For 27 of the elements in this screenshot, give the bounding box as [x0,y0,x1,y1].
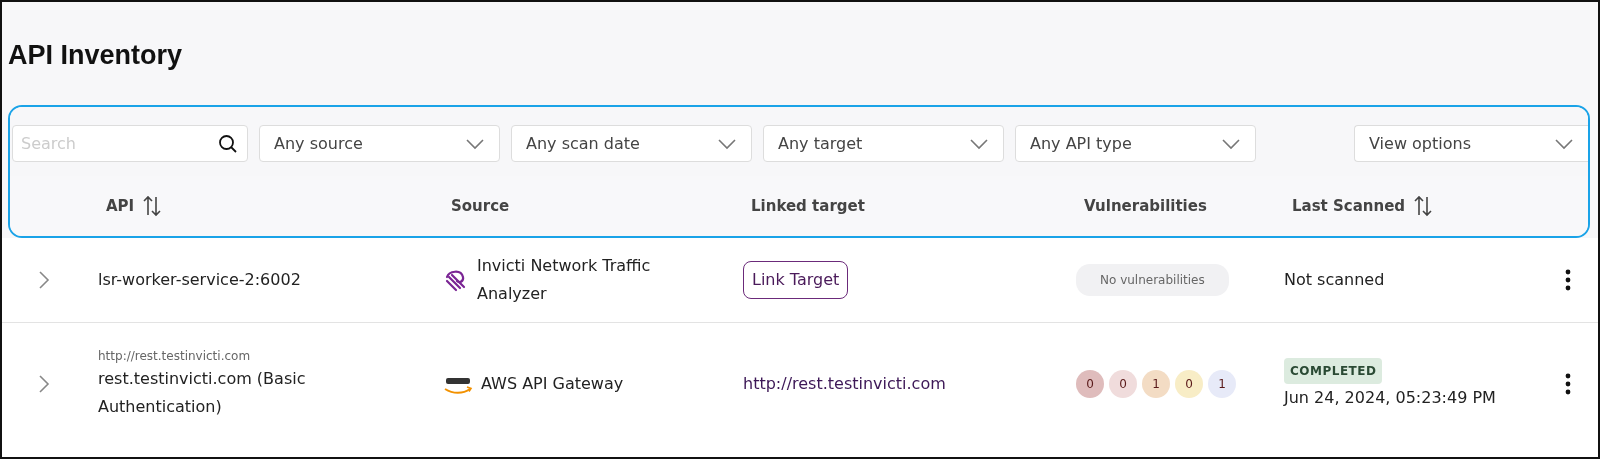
column-header: Vulnerabilities [1084,197,1207,215]
severity-count-badge: 0 [1175,370,1203,398]
column-header: Last Scanned [1292,197,1406,215]
api-name: rest.testinvicti.com (Basic Authentication) [98,368,307,418]
target-link[interactable]: http://rest.testinvicti.com [743,374,946,393]
filter-dropdown[interactable]: Any API type [1015,125,1256,162]
severity-count-badge: 1 [1208,370,1236,398]
column-header: Linked target [751,197,865,215]
severity-count-badge: 0 [1109,370,1137,398]
source-name: AWS API Gateway [481,373,624,395]
api-url: http://rest.testinvicti.com [98,348,252,365]
view-options-dropdown[interactable]: View options [1354,125,1588,162]
last-scanned-date: Not scanned [1284,269,1386,291]
vulnerability-badge: No vulnerabilities [1076,264,1229,296]
source-name: Invicti Network Traffic Analyzer [477,255,652,305]
column-header: API [106,197,135,215]
last-scanned-date: Jun 24, 2024, 05:23:49 PM [1284,387,1497,409]
api-name: lsr-worker-service-2:6002 [98,269,302,291]
link-target-button[interactable]: Link Target [743,261,849,299]
filter-dropdown[interactable]: Any scan date [511,125,752,162]
filter-dropdown[interactable]: Any target [763,125,1004,162]
severity-count-badge: 0 [1076,370,1104,398]
page-title: API Inventory [8,40,184,71]
filter-dropdown[interactable]: Any source [259,125,500,162]
column-header: Source [451,197,510,215]
severity-count-badge: 1 [1142,370,1170,398]
status-badge: COMPLETED [1284,358,1383,384]
